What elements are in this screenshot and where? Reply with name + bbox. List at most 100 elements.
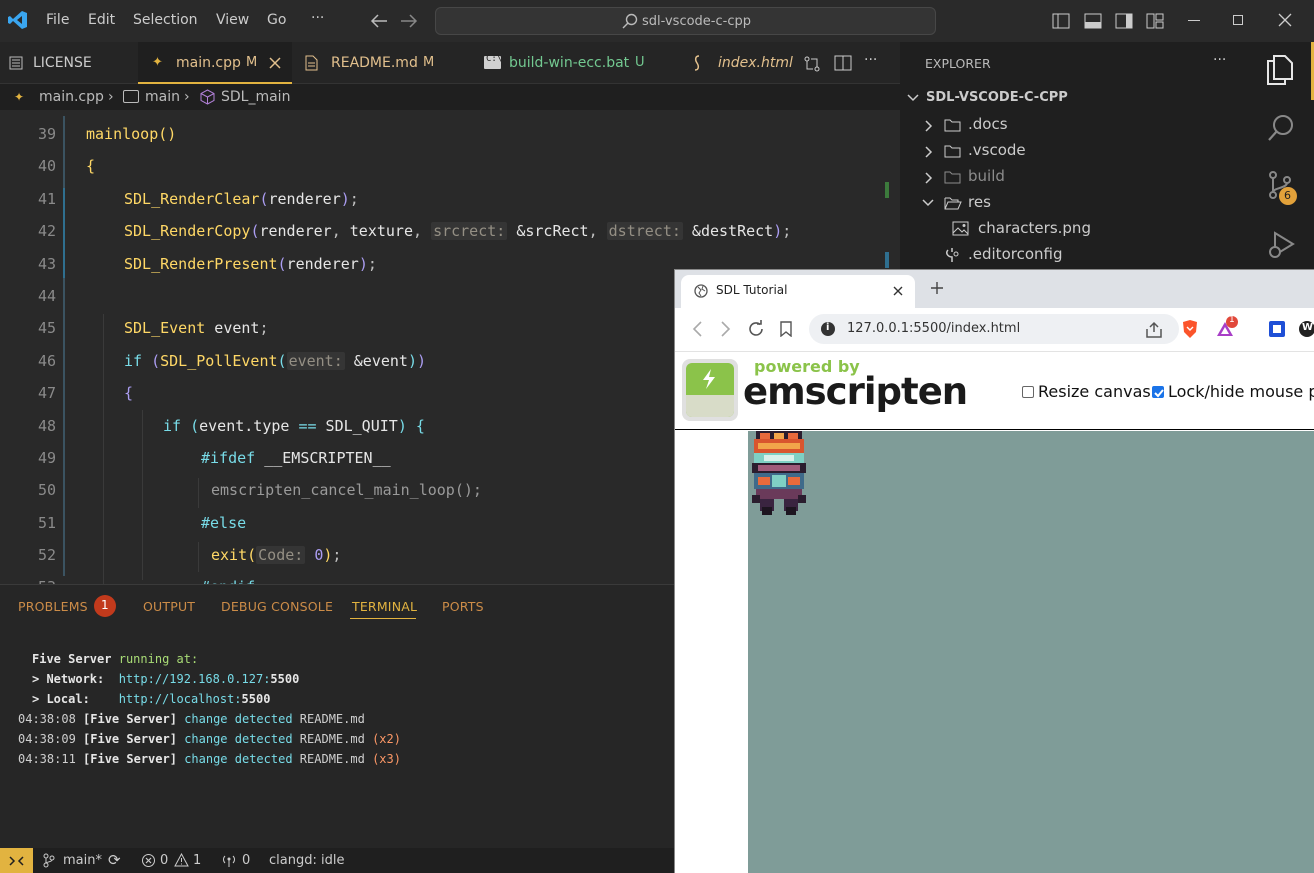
tree-item-vscode[interactable]: .vscode (900, 138, 1250, 164)
menu-file[interactable]: File (46, 12, 69, 28)
warning-icon (174, 853, 189, 867)
lock-mouse-checkbox[interactable]: Lock/hide mouse poi (1152, 382, 1314, 401)
tab-label: LICENSE (33, 55, 92, 71)
terminal-line: > Local: http://localhost:5500 (32, 692, 271, 706)
resize-canvas-checkbox[interactable]: Resize canvas (1022, 382, 1151, 401)
breadcrumb-file[interactable]: main.cpp (39, 89, 104, 105)
modified-badge: M (246, 55, 258, 70)
wordpress-extension-icon[interactable]: W (1299, 321, 1314, 337)
tree-item-res[interactable]: res (900, 190, 1250, 216)
explorer-files-icon[interactable] (1266, 55, 1294, 85)
explorer-root-folder[interactable]: SDL-VSCODE-C-CPP (900, 86, 1250, 110)
menu-selection[interactable]: Selection (133, 12, 198, 28)
site-info-icon[interactable]: i (821, 322, 835, 336)
run-debug-icon[interactable] (1267, 230, 1295, 260)
tree-item-build[interactable]: build (900, 164, 1250, 190)
address-bar[interactable]: i 127.0.0.1:5500/index.html (809, 314, 1179, 344)
customize-layout-icon[interactable] (1146, 13, 1164, 29)
menu-view[interactable]: View (216, 12, 249, 28)
menu-go[interactable]: Go (267, 12, 286, 28)
error-count[interactable]: 0 (160, 853, 168, 868)
share-icon[interactable] (1145, 321, 1163, 339)
symbol-cube-icon (200, 89, 215, 105)
browser-tab[interactable]: SDL Tutorial (681, 275, 915, 308)
language-server-status[interactable]: clangd: idle (269, 853, 344, 868)
line-number: 42 (37, 222, 56, 240)
brave-shield-icon[interactable] (1181, 319, 1199, 339)
close-tab-icon[interactable] (893, 286, 903, 296)
line-number: 46 (37, 352, 56, 370)
bookmark-icon[interactable] (780, 321, 792, 337)
indent-guide (198, 478, 199, 508)
error-icon (142, 854, 155, 867)
code-line: #else (201, 514, 247, 532)
close-tab-icon[interactable] (269, 57, 281, 69)
git-branch-label[interactable]: main* (63, 853, 102, 868)
close-window-icon[interactable] (1278, 13, 1292, 27)
tree-item-docs[interactable]: .docs (900, 112, 1250, 138)
sdl-canvas[interactable] (748, 431, 1314, 873)
tree-item-characters-png[interactable]: characters.png (900, 216, 1250, 242)
menu-edit[interactable]: Edit (88, 12, 115, 28)
toggle-panel-icon[interactable] (1084, 13, 1102, 29)
code-line: SDL_RenderClear(renderer); (124, 190, 359, 208)
tab-build-win-ecc[interactable]: C:\ build-win-ecc.bat U (468, 42, 673, 84)
warning-count[interactable]: 1 (193, 853, 201, 868)
command-center-search[interactable]: sdl-vscode-c-cpp (435, 7, 936, 35)
split-editor-icon[interactable] (834, 55, 852, 71)
terminal-log-line: 04:38:08 [Five Server] change detected R… (18, 712, 365, 726)
menu-more-button[interactable]: ··· (311, 10, 324, 26)
compare-changes-icon[interactable] (803, 55, 821, 73)
search-icon[interactable] (1267, 114, 1295, 142)
forward-icon[interactable] (720, 321, 732, 337)
breadcrumb-function[interactable]: main (145, 89, 180, 105)
browser-page: powered by emscripten Resize canvas Lock… (675, 352, 1314, 873)
editor-more-button[interactable]: ··· (864, 52, 877, 68)
sync-icon[interactable]: ⟳ (108, 851, 121, 869)
tree-item-editorconfig[interactable]: .editorconfig (900, 242, 1250, 268)
code-line: emscripten_cancel_main_loop(); (211, 481, 482, 499)
tab-output[interactable]: OUTPUT (143, 599, 195, 614)
line-number: 52 (37, 546, 56, 564)
folder-open-icon (944, 197, 962, 210)
nav-back-icon[interactable] (370, 13, 388, 29)
image-icon (952, 221, 969, 236)
scm-count-badge: 6 (1279, 187, 1297, 205)
extension-icon[interactable] (1269, 321, 1285, 337)
checkbox-unchecked[interactable] (1022, 386, 1034, 398)
indent-guide (63, 116, 65, 576)
emscripten-logo-icon[interactable] (682, 359, 738, 421)
tab-ports[interactable]: PORTS (442, 599, 484, 614)
tab-problems[interactable]: PROBLEMS (18, 599, 88, 614)
emscripten-header: powered by emscripten Resize canvas Lock… (675, 352, 1314, 430)
remote-indicator[interactable] (0, 848, 33, 873)
vscode-logo-icon (8, 10, 28, 30)
back-icon[interactable] (691, 321, 703, 337)
scroll-mark-added (885, 182, 889, 198)
line-number: 44 (37, 287, 56, 305)
folder-icon (944, 171, 961, 184)
explorer-more-button[interactable]: ··· (1213, 52, 1226, 68)
chevron-right-icon: › (184, 89, 190, 105)
tab-readme[interactable]: README.md M (292, 42, 468, 84)
tab-debug-console[interactable]: DEBUG CONSOLE (221, 599, 333, 614)
tab-terminal[interactable]: TERMINAL (352, 599, 417, 614)
folder-icon (944, 119, 961, 132)
breadcrumb-symbol[interactable]: SDL_main (221, 89, 290, 105)
code-line: if (event.type == SDL_QUIT) { (163, 417, 425, 435)
search-icon (622, 13, 638, 29)
tab-main-cpp[interactable]: ✦ main.cpp M (138, 42, 292, 84)
tab-index-html[interactable]: index.html (673, 42, 798, 84)
checkbox-checked[interactable] (1152, 386, 1164, 398)
toggle-primary-sidebar-icon[interactable] (1052, 13, 1070, 29)
tab-license[interactable]: LICENSE (0, 42, 138, 84)
ports-count[interactable]: 0 (242, 853, 250, 868)
namespace-icon (123, 90, 139, 103)
reload-icon[interactable] (747, 320, 765, 338)
minimize-icon[interactable] (1188, 20, 1200, 21)
toggle-secondary-sidebar-icon[interactable] (1115, 13, 1133, 29)
new-tab-icon[interactable] (930, 281, 944, 295)
maximize-icon[interactable] (1233, 15, 1243, 25)
editor-tab-bar: LICENSE ✦ main.cpp M README.md M C:\ bui… (0, 42, 900, 84)
nav-forward-icon[interactable] (400, 13, 418, 29)
